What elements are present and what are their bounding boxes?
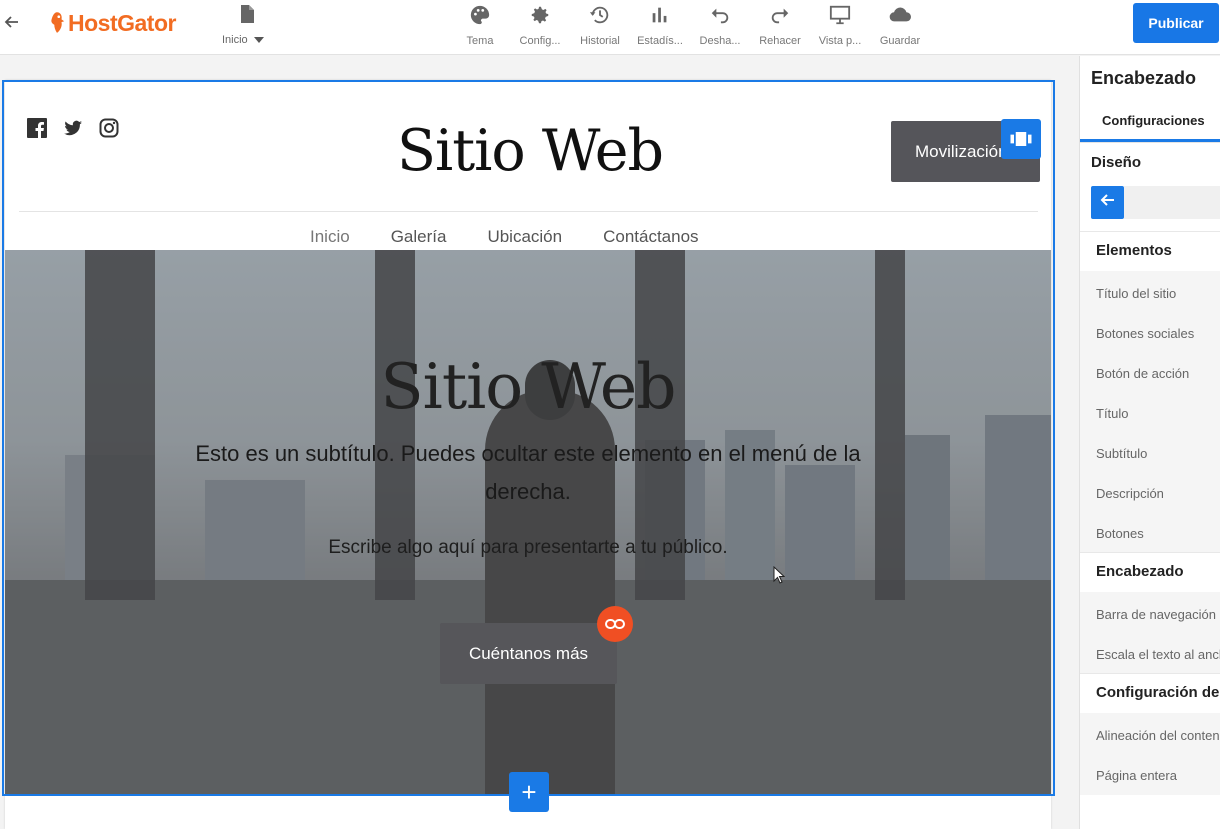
item-titulo[interactable]: Título [1096, 406, 1129, 421]
panel-divider [1080, 142, 1220, 143]
facebook-icon[interactable] [27, 118, 47, 138]
nav-item-ubicacion[interactable]: Ubicación [487, 227, 562, 247]
monitor-icon [829, 5, 851, 25]
arrow-left-icon [1100, 194, 1114, 206]
cloud-icon [889, 7, 911, 22]
tool-settings-label: Config... [519, 35, 561, 47]
page-icon [241, 5, 254, 23]
hero-overlay [5, 250, 1051, 795]
hero-section: Sitio Web Esto es un subtítulo. Puedes o… [5, 250, 1051, 795]
hostgator-logo[interactable]: HostGator [48, 8, 176, 38]
undo-icon [711, 8, 729, 24]
header-divider [19, 211, 1038, 212]
item-pagina-entera[interactable]: Página entera [1096, 768, 1177, 783]
item-subtitulo[interactable]: Subtítulo [1096, 446, 1147, 461]
tool-save[interactable]: Guardar [870, 2, 930, 47]
section-configuracion-title: Configuración del [1096, 684, 1220, 701]
tool-save-label: Guardar [879, 35, 921, 47]
tool-stats[interactable]: Estadís... [630, 2, 690, 47]
nav-item-galeria[interactable]: Galería [391, 227, 447, 247]
design-heading: Diseño [1091, 154, 1142, 171]
site-preview: Sitio Web Movilización Inicio Galería Ub… [5, 80, 1051, 829]
palette-icon [470, 5, 490, 25]
tool-undo[interactable]: Desha... [690, 2, 750, 47]
back-arrow-icon[interactable] [2, 12, 22, 32]
tool-redo-label: Rehacer [759, 35, 801, 47]
tool-preview[interactable]: Vista p... [810, 2, 870, 47]
twitter-icon[interactable] [63, 118, 83, 138]
item-alineacion[interactable]: Alineación del contenido [1096, 728, 1220, 743]
editor-canvas: Sitio Web Movilización Inicio Galería Ub… [0, 56, 1080, 829]
item-titulo-sitio[interactable]: Título del sitio [1096, 286, 1176, 301]
hero-description[interactable]: Escribe algo aquí para presentarte a tu … [5, 537, 1051, 559]
page-selector[interactable]: Inicio [222, 4, 272, 46]
tool-undo-label: Desha... [699, 35, 741, 47]
link-icon[interactable] [597, 606, 633, 642]
section-encabezado[interactable]: Encabezado [1080, 552, 1220, 592]
social-buttons [27, 118, 119, 138]
caret-down-icon [253, 37, 264, 43]
section-encabezado-title: Encabezado [1096, 563, 1184, 580]
history-icon [589, 6, 609, 24]
section-configuracion[interactable]: Configuración del [1080, 673, 1220, 713]
item-descripcion[interactable]: Descripción [1096, 486, 1164, 501]
tool-history-label: Historial [580, 35, 620, 47]
item-botones-sociales[interactable]: Botones sociales [1096, 326, 1194, 341]
item-barra-navegacion[interactable]: Barra de navegación [1096, 607, 1216, 622]
logo-text: HostGator [68, 9, 176, 36]
tool-theme[interactable]: Tema [450, 2, 510, 47]
tool-settings[interactable]: Config... [510, 2, 570, 47]
mouse-cursor-icon [773, 565, 786, 584]
settings-panel: Encabezado Configuraciones Diseño Elemen… [1079, 56, 1220, 829]
section-elementos[interactable]: Elementos [1080, 231, 1220, 271]
design-selector[interactable] [1124, 186, 1220, 219]
section-elementos-title: Elementos [1096, 242, 1172, 259]
page-selector-label: Inicio [222, 34, 248, 46]
top-toolbar: HostGator Inicio Tema Config... Historia… [0, 0, 1220, 55]
panel-title: Encabezado [1091, 68, 1197, 88]
instagram-icon[interactable] [99, 118, 119, 138]
tool-theme-label: Tema [466, 35, 494, 47]
redo-icon [771, 8, 789, 24]
tool-history[interactable]: Historial [570, 2, 630, 47]
item-boton-accion[interactable]: Botón de acción [1096, 366, 1189, 381]
tool-stats-label: Estadís... [637, 35, 683, 47]
gear-icon [531, 6, 549, 24]
hero-subtitle[interactable]: Esto es un subtítulo. Puedes ocultar est… [185, 435, 871, 511]
add-section-button[interactable]: + [509, 772, 549, 812]
navigation-bar: Inicio Galería Ubicación Contáctanos [310, 227, 740, 260]
publish-button[interactable]: Publicar [1133, 3, 1219, 43]
item-botones[interactable]: Botones [1096, 526, 1144, 541]
nav-item-contactanos[interactable]: Contáctanos [603, 227, 698, 247]
tool-preview-label: Vista p... [818, 35, 862, 47]
hero-title[interactable]: Sitio Web [5, 350, 1051, 423]
tab-configuraciones[interactable]: Configuraciones [1102, 113, 1205, 128]
gator-mascot-icon [51, 12, 65, 33]
back-arrow-button[interactable] [1091, 186, 1124, 219]
tool-redo[interactable]: Rehacer [750, 2, 810, 47]
hero-button[interactable]: Cuéntanos más [440, 623, 617, 684]
site-title[interactable]: Sitio Web [305, 118, 755, 184]
nav-item-inicio[interactable]: Inicio [310, 227, 350, 260]
stats-icon [652, 7, 667, 23]
item-escala-texto[interactable]: Escala el texto al ancho [1096, 647, 1220, 662]
button-style-icon[interactable] [1001, 119, 1041, 159]
